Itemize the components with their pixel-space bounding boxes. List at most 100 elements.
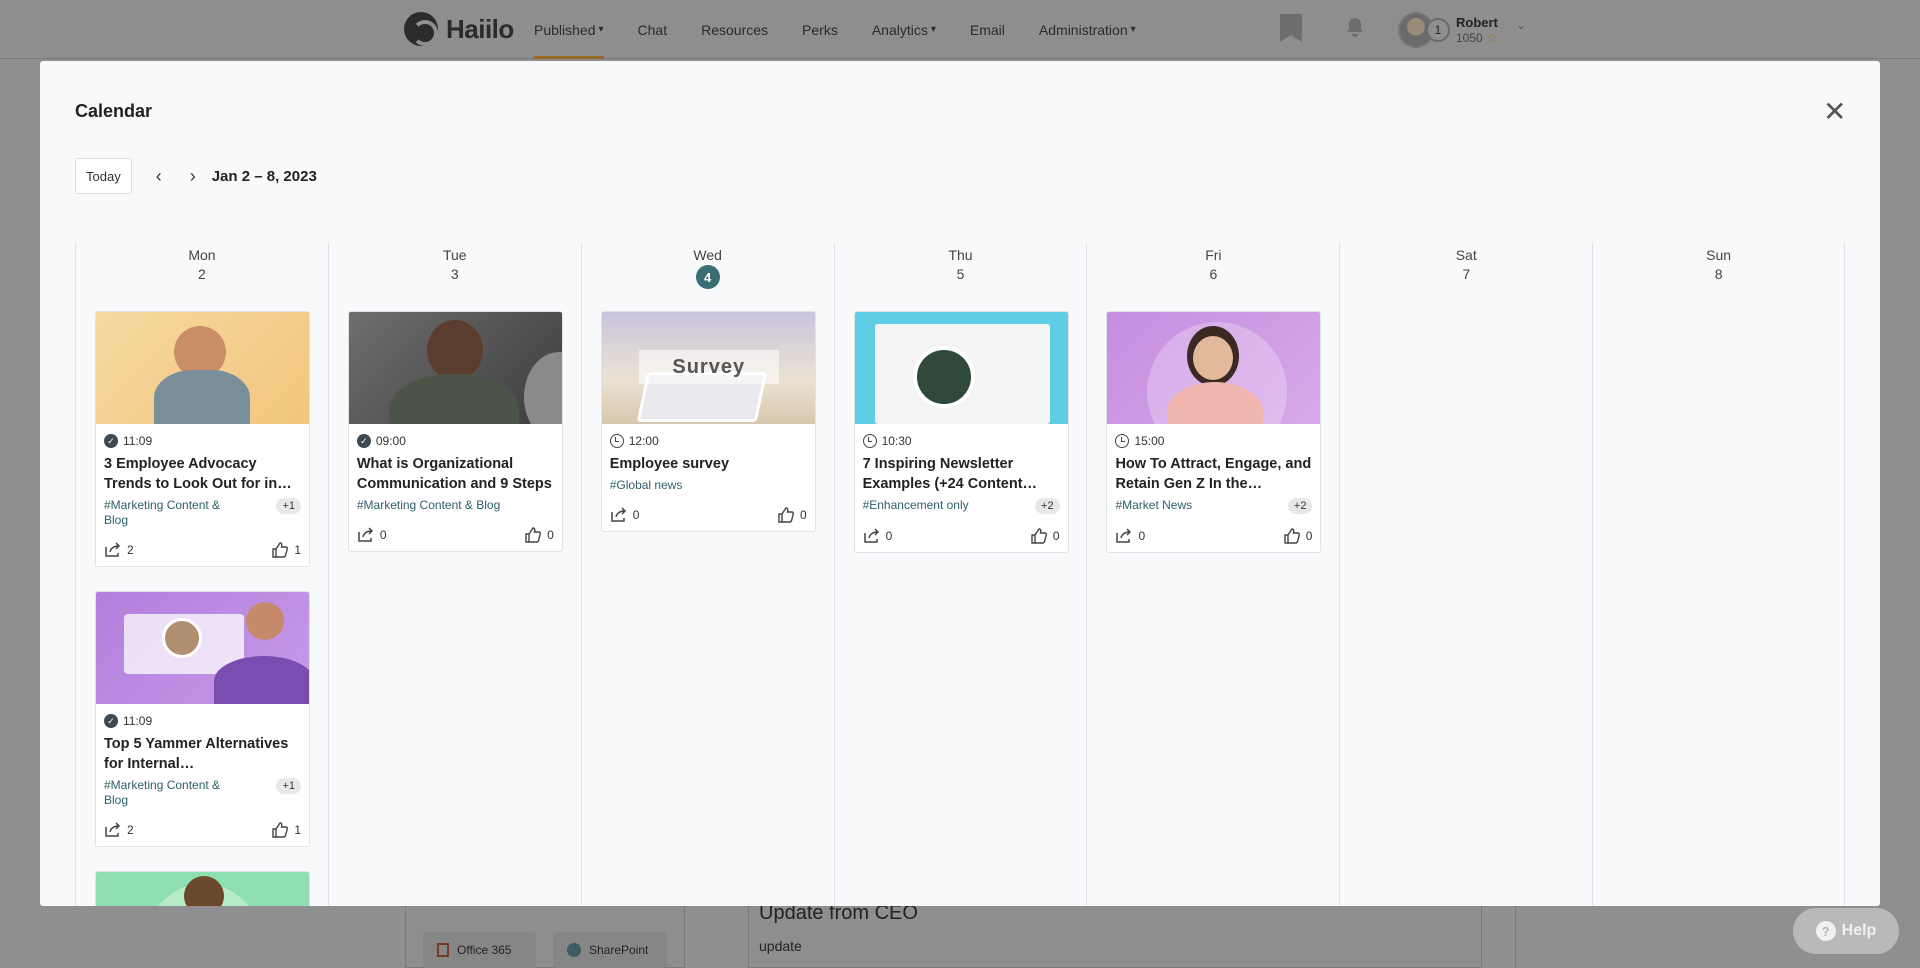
- chevron-down-icon: ▾: [930, 24, 936, 35]
- clock-icon: [862, 434, 877, 448]
- office365-chip[interactable]: Office 365: [423, 932, 536, 968]
- likes-count: 1: [294, 823, 301, 837]
- nav-analytics[interactable]: Analytics ▾: [872, 0, 936, 59]
- like-icon: [525, 527, 542, 543]
- shares-stat: 0: [1115, 528, 1145, 544]
- day-name: Sun: [1706, 247, 1732, 263]
- share-icon: [358, 527, 373, 542]
- nav-email[interactable]: Email: [970, 0, 1005, 59]
- like-icon: [272, 822, 289, 838]
- post-card[interactable]: [95, 871, 310, 906]
- chevron-down-icon: ▾: [1130, 24, 1136, 35]
- share-icon: [863, 528, 879, 543]
- sharepoint-icon: [567, 943, 581, 957]
- close-icon[interactable]: ✕: [1823, 95, 1846, 128]
- user-info: Robert 1050 ☆: [1456, 15, 1498, 46]
- user-menu[interactable]: 1 Robert 1050 ☆: [1398, 12, 1498, 48]
- time-row: 10:30: [862, 434, 1060, 448]
- share-icon: [105, 542, 121, 557]
- calendar-toolbar: Today ‹ › Jan 2 – 8, 2023: [75, 158, 317, 194]
- today-day-number: 4: [695, 265, 720, 289]
- shares-stat: 0: [863, 528, 892, 544]
- nav-label: Published: [534, 21, 596, 38]
- post-thumbnail: [96, 312, 309, 424]
- nav-perks[interactable]: Perks: [802, 0, 838, 59]
- post-thumbnail: [854, 312, 1068, 424]
- background-divider: [1515, 905, 1516, 968]
- more-tags-badge[interactable]: +1: [276, 498, 301, 514]
- tag-row: #Marketing Content & Blog +1: [104, 498, 301, 528]
- more-tags-badge[interactable]: +2: [1035, 498, 1060, 514]
- post-time: 11:09: [123, 714, 153, 728]
- post-tag[interactable]: #Marketing Content & Blog: [104, 778, 234, 808]
- shares-count: 0: [632, 508, 640, 522]
- post-tag[interactable]: #Enhancement only: [863, 498, 969, 513]
- post-card[interactable]: ✓ 11:09 3 Employee Advocacy Trends to Loo…: [95, 311, 310, 567]
- day-header: Wed 4: [582, 243, 834, 313]
- stats-row: 2 1: [104, 542, 301, 558]
- post-card[interactable]: ✓ 11:09 Top 5 Yammer Alternatives for Int…: [95, 591, 310, 847]
- day-column-sun: Sun 8: [1592, 243, 1846, 906]
- share-icon: [105, 822, 121, 837]
- day-name: Wed: [693, 247, 722, 263]
- likes-count: 0: [1052, 529, 1060, 543]
- help-button[interactable]: ? Help: [1793, 908, 1899, 954]
- post-card[interactable]: ✓ 09:00 What is Organizational Communicat…: [347, 311, 563, 552]
- day-number: 2: [198, 266, 206, 282]
- day-name: Tue: [442, 247, 467, 263]
- post-card[interactable]: 10:30 7 Inspiring Newsletter Examples (+…: [853, 311, 1069, 553]
- nav-chat[interactable]: Chat: [638, 0, 668, 59]
- post-thumbnail: Survey: [601, 312, 815, 424]
- stats-row: 0 0: [863, 528, 1060, 544]
- time-row: 12:00: [609, 434, 807, 448]
- likes-stat: 0: [777, 507, 807, 523]
- nav-resources[interactable]: Resources: [701, 0, 768, 59]
- shares-count: 2: [127, 823, 134, 837]
- chevron-right-icon[interactable]: ›: [176, 158, 210, 194]
- today-button[interactable]: Today: [75, 158, 132, 194]
- likes-count: 1: [294, 543, 301, 557]
- post-tag[interactable]: #Global news: [610, 478, 683, 493]
- nav-published[interactable]: Published ▾: [534, 0, 604, 59]
- post-thumbnail: [348, 312, 562, 424]
- post-tag[interactable]: #Marketing Content & Blog: [357, 498, 500, 513]
- day-header: Tue 3: [329, 243, 581, 313]
- shares-stat: 2: [104, 542, 134, 558]
- like-icon: [1284, 528, 1300, 544]
- post-thumbnail: [1107, 312, 1321, 424]
- post-thumbnail: [96, 592, 309, 704]
- likes-stat: 1: [271, 542, 301, 558]
- sharepoint-chip[interactable]: SharePoint: [553, 932, 667, 968]
- day-header: Fri 6: [1087, 243, 1339, 313]
- chevron-down-icon[interactable]: ⌄: [1516, 18, 1526, 32]
- post-card[interactable]: Survey 12:00 Employee survey #Global new…: [600, 311, 816, 532]
- day-name: Sat: [1455, 247, 1477, 263]
- share-icon: [610, 507, 626, 522]
- chevron-left-icon[interactable]: ‹: [142, 158, 176, 194]
- more-tags-badge[interactable]: +1: [276, 778, 301, 794]
- haiilo-logo[interactable]: Haiilo: [404, 12, 514, 46]
- help-label: Help: [1841, 922, 1877, 939]
- user-points: 1050: [1456, 30, 1483, 45]
- bookmark-icon[interactable]: [1280, 14, 1302, 42]
- tag-row: #Enhancement only +2: [863, 498, 1060, 514]
- time-row: ✓ 11:09: [104, 434, 301, 448]
- more-tags-badge[interactable]: +2: [1287, 498, 1313, 514]
- question-icon: ?: [1815, 921, 1836, 941]
- likes-stat: 0: [1030, 528, 1060, 544]
- nav-label: Analytics: [871, 21, 928, 38]
- post-tag[interactable]: #Marketing Content & Blog: [104, 498, 234, 528]
- tag-row: #Market News +2: [1115, 498, 1313, 514]
- post-time: 11:09: [123, 434, 153, 448]
- nav-administration[interactable]: Administration ▾: [1039, 0, 1136, 59]
- post-title: 3 Employee Advocacy Trends to Look Out f…: [104, 456, 278, 492]
- post-tag[interactable]: #Market News: [1115, 498, 1192, 513]
- date-range-label: Jan 2 – 8, 2023: [211, 167, 317, 185]
- logo-icon: [404, 12, 438, 46]
- likes-count: 0: [800, 508, 807, 522]
- post-time: 10:30: [881, 434, 912, 448]
- bell-icon[interactable]: [1343, 16, 1367, 40]
- likes-count: 0: [1305, 529, 1313, 543]
- post-card[interactable]: 15:00 How To Attract, Engage, and Retain…: [1106, 311, 1322, 553]
- day-name: Thu: [948, 247, 973, 263]
